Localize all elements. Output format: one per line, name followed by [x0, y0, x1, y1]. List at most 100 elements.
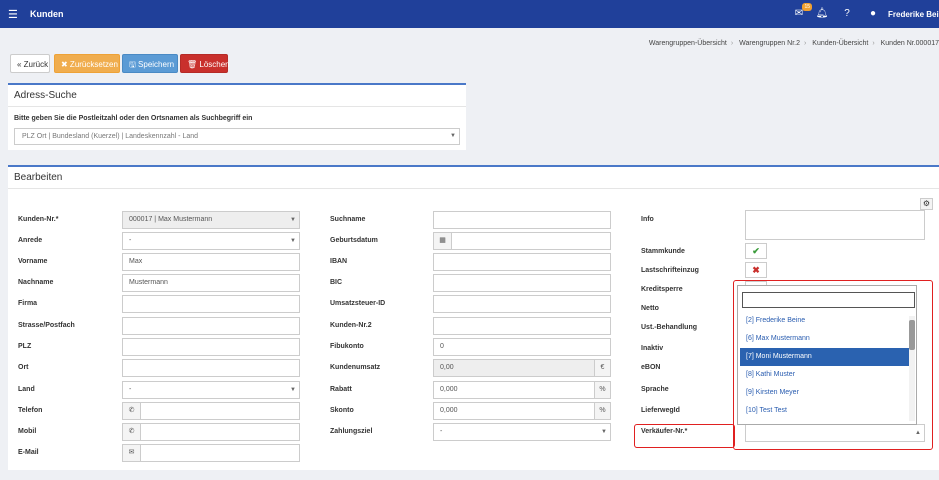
address-placeholder: PLZ Ort | Bundesland (Kuerzel) | Landesk…: [22, 133, 199, 140]
salutation-select[interactable]: - ▼: [122, 232, 300, 250]
fibu-account-input[interactable]: 0: [433, 338, 611, 356]
firstname-input[interactable]: Max: [122, 253, 300, 271]
breadcrumb: Warengruppen-Übersicht › Warengruppen Nr.…: [648, 40, 939, 47]
net-label: Netto: [641, 305, 659, 312]
payment-term-value: -: [440, 428, 443, 435]
breadcrumb-item[interactable]: Warengruppen-Übersicht: [649, 40, 727, 47]
searchname-label: Suchname: [330, 216, 366, 223]
cash-discount-label: Skonto: [330, 407, 354, 414]
iban-label: IBAN: [330, 258, 348, 265]
chevron-down-icon: ▼: [601, 429, 607, 435]
discount-input[interactable]: 0,000%: [433, 381, 611, 399]
cash-discount-value: 0,000: [440, 407, 458, 414]
hamburger-icon[interactable]: ☰: [8, 8, 18, 21]
info-label: Info: [641, 216, 654, 223]
chevron-down-icon: ▼: [290, 217, 296, 223]
inactive-label: Inaktiv: [641, 345, 664, 352]
city-label: Ort: [18, 364, 29, 371]
breadcrumb-item[interactable]: Kunden-Übersicht: [812, 40, 868, 47]
salutation-label: Anrede: [18, 237, 43, 244]
save-button[interactable]: 🖫 Speichern: [122, 54, 178, 73]
address-search-panel: Adress-Suche Bitte geben Sie die Postlei…: [8, 83, 466, 150]
searchname-input[interactable]: [433, 211, 611, 229]
annotation-box: [733, 280, 933, 450]
customer-number-select[interactable]: 000017 | Max Mustermann ▼: [122, 211, 300, 229]
percent-icon: %: [594, 382, 610, 398]
language-label: Sprache: [641, 386, 669, 393]
birthdate-input[interactable]: ▦: [433, 232, 611, 250]
email-label: E-Mail: [18, 449, 39, 456]
info-textarea[interactable]: [745, 210, 925, 240]
company-input[interactable]: [122, 295, 300, 313]
payment-term-select[interactable]: - ▼: [433, 423, 611, 441]
phone-icon: ✆: [123, 424, 141, 440]
regular-customer-toggle[interactable]: ✔: [745, 243, 767, 259]
user-icon: ●: [869, 8, 877, 19]
direct-debit-label: Lastschrifteinzug: [641, 267, 699, 274]
zip-label: PLZ: [18, 343, 32, 350]
customer-revenue-value: 0,00: [440, 364, 454, 371]
delivery-way-label: LieferwegId: [641, 407, 680, 414]
phone-icon: ✆: [123, 403, 141, 419]
salutation-value: -: [129, 237, 132, 244]
street-input[interactable]: [122, 317, 300, 335]
back-button[interactable]: « Zurück: [10, 54, 50, 73]
discount-label: Rabatt: [330, 386, 352, 393]
calendar-icon[interactable]: ▦: [434, 233, 452, 249]
chevron-down-icon: ▼: [450, 133, 456, 139]
lastname-label: Nachname: [18, 279, 54, 286]
ebon-label: eBON: [641, 364, 661, 371]
direct-debit-toggle[interactable]: ✖: [745, 262, 767, 278]
mobile-input[interactable]: ✆: [122, 423, 300, 441]
lastname-input[interactable]: Mustermann: [122, 274, 300, 292]
euro-icon: €: [594, 360, 610, 376]
top-bar: ☰ Kunden ✉15 🔔︎ ? ● Frederike Beine: [0, 0, 939, 28]
customer-number-2-input[interactable]: [433, 317, 611, 335]
bic-input[interactable]: [433, 274, 611, 292]
street-label: Strasse/Postfach: [18, 322, 75, 329]
country-label: Land: [18, 386, 35, 393]
email-input[interactable]: ✉: [122, 444, 300, 462]
help-icon[interactable]: ?: [840, 7, 854, 21]
customer-number-value: 000017 | Max Mustermann: [129, 216, 213, 223]
fibu-account-label: Fibukonto: [330, 343, 364, 350]
credit-block-label: Kreditsperre: [641, 286, 683, 293]
cash-discount-input[interactable]: 0,000%: [433, 402, 611, 420]
customer-number-label: Kunden-Nr.*: [18, 216, 59, 223]
settings-icon[interactable]: ⚙: [920, 198, 933, 210]
page-title: Kunden: [30, 9, 64, 19]
zip-input[interactable]: [122, 338, 300, 356]
country-value: -: [129, 386, 132, 393]
bic-label: BIC: [330, 279, 343, 286]
bell-icon[interactable]: 🔔︎: [815, 7, 829, 21]
birthdate-label: Geburtsdatum: [330, 237, 378, 244]
breadcrumb-item[interactable]: Warengruppen Nr.2: [739, 40, 800, 47]
user-name[interactable]: Frederike Beine: [888, 10, 939, 19]
annotation-box: [634, 424, 735, 448]
country-select[interactable]: - ▼: [122, 381, 300, 399]
address-search-select[interactable]: PLZ Ort | Bundesland (Kuerzel) | Landesk…: [14, 128, 460, 145]
city-input[interactable]: [122, 359, 300, 377]
breadcrumb-item: Kunden Nr.000017: [880, 40, 939, 47]
vat-treatment-label: Ust.-Behandlung: [641, 324, 697, 331]
mail-icon[interactable]: ✉ 15: [792, 3, 812, 21]
envelope-icon: ✉: [123, 445, 141, 461]
vat-id-label: Umsatzsteuer-ID: [330, 300, 386, 307]
customer-revenue-input: 0,00 €: [433, 359, 611, 377]
reset-button[interactable]: ✖ Zurücksetzen: [54, 54, 120, 73]
delete-button[interactable]: 🗑 Löschen: [180, 54, 230, 73]
notification-badge: 15: [802, 3, 812, 11]
chevron-down-icon: ▼: [290, 238, 296, 244]
phone-input[interactable]: ✆: [122, 402, 300, 420]
vat-id-input[interactable]: [433, 295, 611, 313]
address-hint: Bitte geben Sie die Postleitzahl oder de…: [14, 115, 253, 122]
percent-icon: %: [594, 403, 610, 419]
chevron-down-icon: ▼: [290, 387, 296, 393]
panel-title: Bearbeiten: [8, 167, 939, 189]
mobile-label: Mobil: [18, 428, 37, 435]
panel-title: Adress-Suche: [8, 85, 466, 107]
iban-input[interactable]: [433, 253, 611, 271]
firstname-label: Vorname: [18, 258, 48, 265]
payment-term-label: Zahlungsziel: [330, 428, 373, 435]
customer-revenue-label: Kundenumsatz: [330, 364, 381, 371]
